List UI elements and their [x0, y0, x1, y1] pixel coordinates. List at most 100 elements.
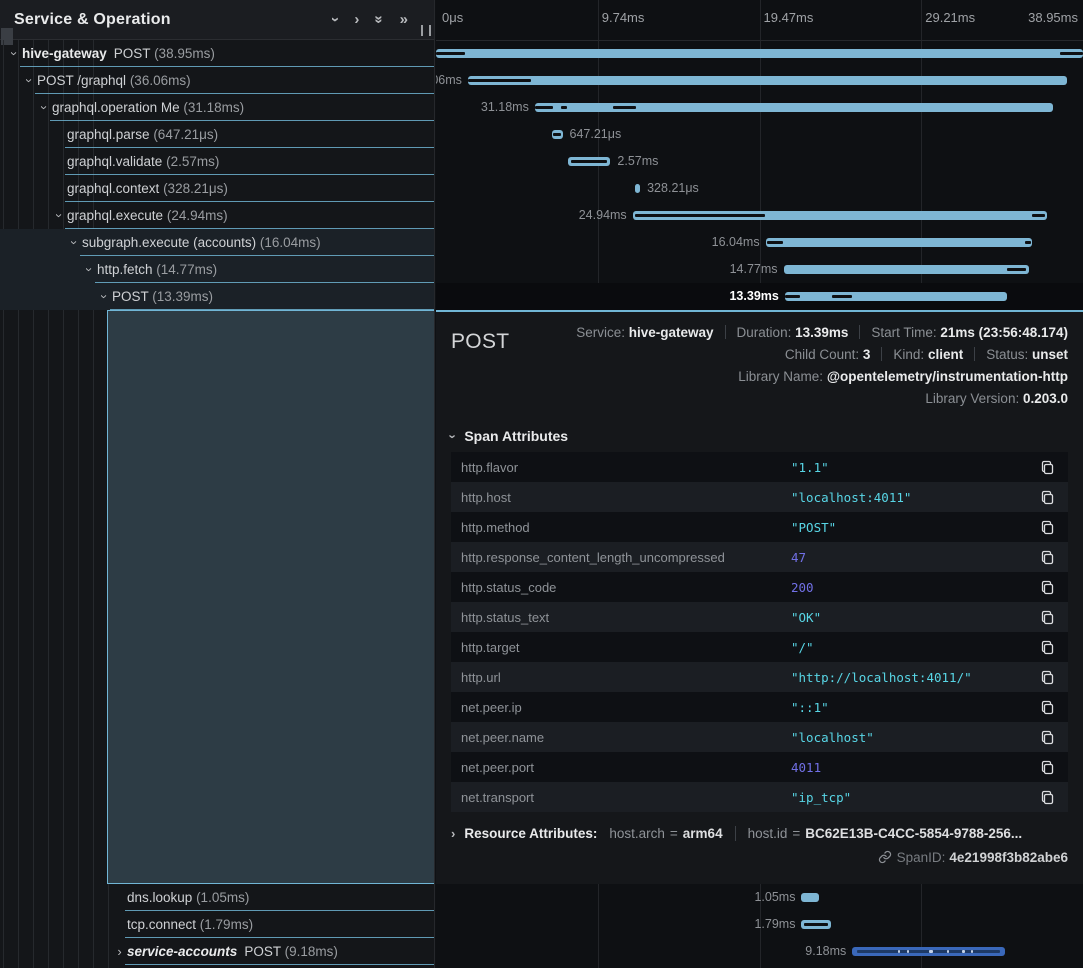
- tree-row-post-selected[interactable]: ›POST (13.39ms): [0, 283, 434, 310]
- copy-icon[interactable]: [1026, 640, 1068, 655]
- child-span-mark: [804, 923, 828, 926]
- child-span-mark: [535, 106, 553, 109]
- child-span-mark: [436, 52, 465, 55]
- span-bar[interactable]: [568, 157, 611, 166]
- span-bar-row-http-fetch[interactable]: 14.77ms: [436, 256, 1083, 283]
- tree-row-service-accounts-post[interactable]: ›service-accountsPOST (9.18ms): [0, 938, 434, 965]
- span-meta-line: Library Name: @opentelemetry/instrumenta…: [576, 366, 1068, 388]
- tree-row-dns-lookup[interactable]: dns.lookup (1.05ms): [0, 884, 434, 911]
- attr-value: "localhost": [791, 730, 1026, 745]
- span-bar-row-subgraph-execute-accounts[interactable]: 16.04ms: [436, 229, 1083, 256]
- duration-label: 647.21μs: [570, 121, 622, 148]
- copy-icon[interactable]: [1026, 550, 1068, 565]
- attr-key: http.method: [451, 520, 791, 535]
- span-name-label: dns.lookup (1.05ms): [127, 890, 249, 905]
- tree-row-http-fetch[interactable]: ›http.fetch (14.77ms): [0, 256, 434, 283]
- service-operation-pane: Service & Operation › › » » ›hive-gatewa…: [0, 0, 435, 968]
- copy-icon[interactable]: [1026, 760, 1068, 775]
- meta-value: unset: [1032, 347, 1068, 362]
- pane-resize-handle[interactable]: [421, 25, 431, 36]
- tree-row-hive-gateway-post[interactable]: ›hive-gatewayPOST (38.95ms): [0, 40, 434, 67]
- tree-controls: › › » »: [333, 12, 408, 27]
- child-span-mark: [635, 214, 765, 217]
- span-bar[interactable]: [801, 920, 831, 929]
- expand-all-icon[interactable]: »: [400, 12, 408, 27]
- expand-one-icon[interactable]: ›: [354, 12, 359, 27]
- meta-divider: [725, 325, 726, 339]
- tree-row-graphql-operation-me[interactable]: ›graphql.operation Me (31.18ms): [0, 94, 434, 121]
- attr-row: http.status_code200: [451, 572, 1068, 602]
- span-bar-row-graphql-execute[interactable]: 24.94ms: [436, 202, 1083, 229]
- span-bar-row-tcp-connect[interactable]: 1.79ms: [436, 911, 1083, 938]
- span-bar[interactable]: [852, 947, 1004, 956]
- span-bar-row-graphql-operation-me[interactable]: 31.18ms: [436, 94, 1083, 121]
- expander-icon[interactable]: ›: [67, 235, 82, 250]
- meta-value: 21ms (23:56:48.174): [940, 325, 1068, 340]
- tree-row-subgraph-execute-accounts[interactable]: ›subgraph.execute (accounts) (16.04ms): [0, 229, 434, 256]
- copy-icon[interactable]: [1026, 610, 1068, 625]
- tree-row-graphql-parse[interactable]: graphql.parse (647.21μs): [0, 121, 434, 148]
- span-duration-text: (24.94ms): [167, 208, 228, 223]
- collapse-all-icon[interactable]: »: [372, 15, 387, 23]
- duration-label: 2.57ms: [617, 148, 658, 175]
- span-bar[interactable]: [552, 130, 563, 139]
- copy-icon[interactable]: [1026, 730, 1068, 745]
- span-bar[interactable]: [633, 211, 1047, 220]
- expander-icon[interactable]: ›: [52, 208, 67, 223]
- tree-row-post-graphql[interactable]: ›POST /graphql (36.06ms): [0, 67, 434, 94]
- copy-icon[interactable]: [1026, 580, 1068, 595]
- span-duration-text: (13.39ms): [152, 289, 213, 304]
- span-bar[interactable]: [635, 184, 640, 193]
- tree-row-graphql-context[interactable]: graphql.context (328.21μs): [0, 175, 434, 202]
- span-bar-row-graphql-parse[interactable]: 647.21μs: [436, 121, 1083, 148]
- expander-icon[interactable]: ›: [112, 944, 127, 959]
- span-bar[interactable]: [785, 292, 1007, 301]
- copy-icon[interactable]: [1026, 700, 1068, 715]
- child-span-mark: [1025, 241, 1030, 244]
- timeline-tick-label: 19.47ms: [764, 10, 814, 25]
- tree-row-tcp-connect[interactable]: tcp.connect (1.79ms): [0, 911, 434, 938]
- span-bar-row-post-selected[interactable]: 13.39ms: [436, 283, 1083, 310]
- attr-key: net.peer.port: [451, 760, 791, 775]
- attr-row: http.status_text"OK": [451, 602, 1068, 632]
- span-bar-row-dns-lookup[interactable]: 1.05ms: [436, 884, 1083, 911]
- resource-attributes-row[interactable]: › Resource Attributes: host.arch=arm64ho…: [451, 826, 1068, 841]
- expander-icon[interactable]: ›: [22, 73, 37, 88]
- expander-icon[interactable]: ›: [82, 262, 97, 277]
- copy-icon[interactable]: [1026, 520, 1068, 535]
- span-bar-row-hive-gateway-post[interactable]: 38.95ms: [436, 40, 1083, 67]
- meta-value: 13.39ms: [795, 325, 848, 340]
- tree-row-graphql-validate[interactable]: graphql.validate (2.57ms): [0, 148, 434, 175]
- meta-divider: [859, 325, 860, 339]
- span-bars: 38.95ms36.06ms31.18ms647.21μs2.57ms328.2…: [436, 40, 1083, 310]
- attr-value: "ip_tcp": [791, 790, 1026, 805]
- span-bar[interactable]: [784, 265, 1029, 274]
- tree-row-graphql-execute[interactable]: ›graphql.execute (24.94ms): [0, 202, 434, 229]
- attr-key: http.url: [451, 670, 791, 685]
- copy-icon[interactable]: [1026, 460, 1068, 475]
- span-duration-text: (647.21μs): [153, 127, 218, 142]
- attr-value: "::1": [791, 700, 1026, 715]
- expander-icon[interactable]: ›: [37, 100, 52, 115]
- span-bar[interactable]: [535, 103, 1053, 112]
- expander-icon[interactable]: ›: [7, 46, 22, 61]
- attr-key: http.host: [451, 490, 791, 505]
- span-bar-row-graphql-validate[interactable]: 2.57ms: [436, 148, 1083, 175]
- span-detail-panel: POST Service: hive-gatewayDuration: 13.3…: [436, 310, 1083, 884]
- copy-icon[interactable]: [1026, 490, 1068, 505]
- copy-icon[interactable]: [1026, 790, 1068, 805]
- span-bar[interactable]: [766, 238, 1032, 247]
- attr-value: "/": [791, 640, 1026, 655]
- span-bar[interactable]: [801, 893, 818, 902]
- span-bar[interactable]: [468, 76, 1067, 85]
- copy-icon[interactable]: [1026, 670, 1068, 685]
- span-attributes-header[interactable]: › Span Attributes: [451, 428, 1068, 444]
- span-bar[interactable]: [436, 49, 1083, 58]
- span-id-value: 4e21998f3b82abe6: [949, 850, 1068, 865]
- expander-icon[interactable]: ›: [97, 289, 112, 304]
- span-bar-row-post-graphql[interactable]: 36.06ms: [436, 67, 1083, 94]
- link-icon[interactable]: [878, 850, 892, 864]
- span-bar-row-graphql-context[interactable]: 328.21μs: [436, 175, 1083, 202]
- collapse-one-icon[interactable]: ›: [328, 17, 343, 22]
- span-bar-row-service-accounts-post[interactable]: 9.18ms: [436, 938, 1083, 965]
